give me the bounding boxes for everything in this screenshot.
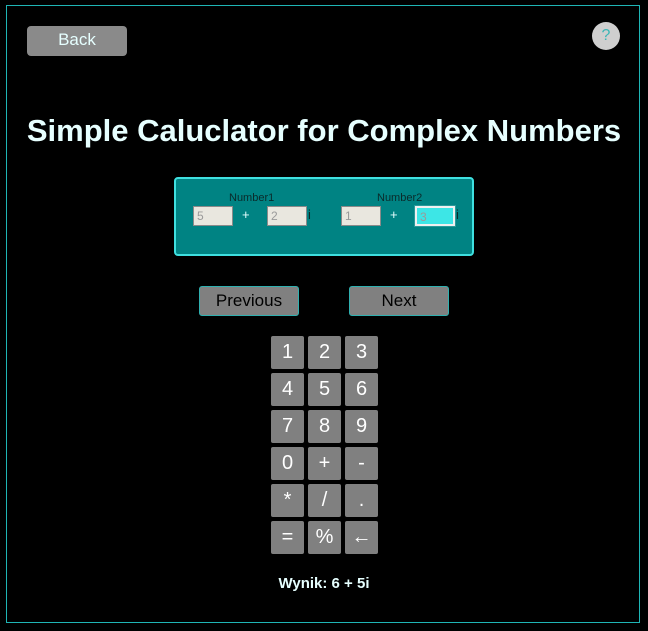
key-backspace[interactable]: ← (345, 521, 378, 554)
key-8[interactable]: 8 (308, 410, 341, 443)
key-6[interactable]: 6 (345, 373, 378, 406)
result-text: Wynik: 6 + 5i (278, 575, 370, 592)
previous-button[interactable]: Previous (199, 286, 299, 316)
key-9[interactable]: 9 (345, 410, 378, 443)
key-divide[interactable]: / (308, 484, 341, 517)
key-plus[interactable]: + (308, 447, 341, 480)
number1-label: Number1 (229, 192, 275, 204)
number1-plus-sign: + (242, 207, 250, 222)
key-3[interactable]: 3 (345, 336, 378, 369)
help-button[interactable]: ? (592, 22, 620, 50)
number2-imag-input[interactable]: 3 (414, 205, 456, 227)
key-minus[interactable]: - (345, 447, 378, 480)
back-button[interactable]: Back (27, 26, 127, 56)
key-4[interactable]: 4 (271, 373, 304, 406)
number1-i-suffix: i (308, 207, 311, 222)
number2-real-input[interactable]: 1 (341, 206, 381, 226)
page-title: Simple Caluclator for Complex Numbers (26, 113, 622, 148)
key-5[interactable]: 5 (308, 373, 341, 406)
key-0[interactable]: 0 (271, 447, 304, 480)
key-1[interactable]: 1 (271, 336, 304, 369)
number1-imag-input[interactable]: 2 (267, 206, 307, 226)
number2-plus-sign: + (390, 207, 398, 222)
key-multiply[interactable]: * (271, 484, 304, 517)
complex-inputs-panel: Number1 5 + 2 i Number2 1 + 3 i (174, 177, 474, 256)
next-button[interactable]: Next (349, 286, 449, 316)
number2-i-suffix: i (456, 207, 459, 222)
key-2[interactable]: 2 (308, 336, 341, 369)
key-decimal[interactable]: . (345, 484, 378, 517)
number2-label: Number2 (377, 192, 423, 204)
number1-real-input[interactable]: 5 (193, 206, 233, 226)
key-percent[interactable]: % (308, 521, 341, 554)
key-7[interactable]: 7 (271, 410, 304, 443)
key-equals[interactable]: = (271, 521, 304, 554)
